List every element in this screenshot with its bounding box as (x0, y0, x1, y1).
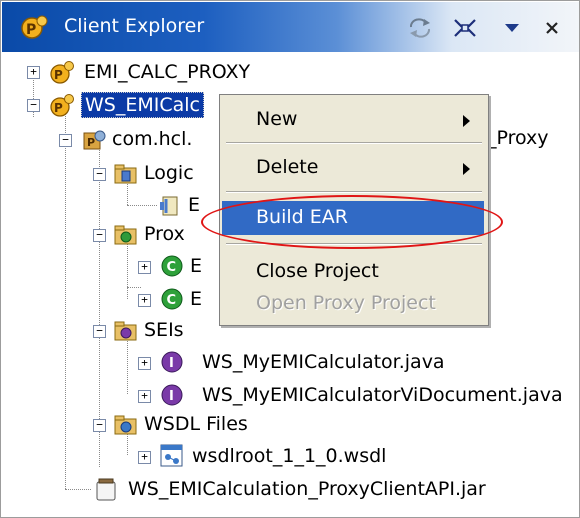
collapse-all-icon[interactable] (450, 14, 480, 42)
interface-icon: I (159, 382, 183, 406)
menu-item-delete[interactable]: Delete (222, 151, 484, 185)
tree-item-logical[interactable]: Logic (141, 158, 197, 188)
package-icon: P (81, 127, 106, 151)
menu-separator (226, 191, 482, 193)
expand-toggle[interactable]: + (138, 390, 151, 403)
class-icon: C (159, 286, 183, 310)
menu-item-new[interactable]: New (222, 103, 484, 137)
client-explorer-icon: P (20, 14, 48, 45)
collapse-toggle[interactable]: − (93, 168, 106, 181)
close-icon[interactable] (537, 14, 567, 42)
interface-icon: I (159, 349, 183, 373)
sync-icon[interactable] (405, 14, 435, 42)
tree-item-wsdl-files[interactable]: WSDL Files (141, 409, 251, 439)
tree-item-logical-child[interactable]: E (185, 190, 203, 220)
tree-item-sei-2[interactable]: WS_MyEMICalculatorViDocument.java (199, 380, 566, 410)
tree-item-proxy-folder[interactable]: Prox (141, 219, 188, 249)
collapse-toggle[interactable]: − (27, 99, 40, 112)
collapse-toggle[interactable]: − (93, 229, 106, 242)
tree-connector (65, 489, 91, 490)
jar-icon (93, 477, 117, 501)
tree-connector (127, 336, 128, 394)
svg-text:P: P (54, 68, 63, 82)
submenu-arrow-icon (463, 163, 470, 175)
menu-item-build-ear[interactable]: Build EAR (222, 201, 484, 235)
submenu-arrow-icon (463, 115, 470, 127)
menu-item-close-project[interactable]: Close Project (222, 255, 484, 289)
class-icon: C (159, 253, 183, 277)
context-menu: New Delete Build EAR Close Project Open … (219, 94, 489, 326)
svg-text:I: I (169, 356, 174, 371)
logical-folder-icon (113, 161, 137, 185)
svg-text:C: C (167, 260, 177, 275)
proxy-project-icon: P (49, 93, 74, 117)
wsdl-folder-icon (113, 412, 137, 436)
svg-text:P: P (54, 101, 63, 115)
tree-item-emi-calc-proxy[interactable]: EMI_CALC_PROXY (81, 57, 253, 87)
collapse-toggle[interactable]: − (93, 325, 106, 338)
svg-text:C: C (167, 293, 177, 308)
tree-item-seis[interactable]: SEIs (141, 315, 187, 345)
collapse-toggle[interactable]: − (59, 134, 72, 147)
tree-item-wsdl-file[interactable]: wsdlroot_1_1_0.wsdl (189, 441, 389, 471)
logical-item-icon (157, 193, 181, 217)
expand-toggle[interactable]: + (138, 294, 151, 307)
view-title-bar: P Client Explorer (2, 2, 579, 52)
tree-item-jar[interactable]: WS_EMICalculation_ProxyClientAPI.jar (125, 474, 489, 504)
tree-item-package[interactable]: com.hcl. (109, 124, 195, 154)
wsdl-file-icon (159, 443, 183, 467)
tree-item-class-2[interactable]: E (187, 284, 205, 314)
menu-separator (226, 243, 482, 245)
expand-toggle[interactable]: + (138, 357, 151, 370)
tree-connector (127, 241, 128, 299)
proxy-project-icon: P (49, 60, 74, 84)
tree-item-class-1[interactable]: E (187, 251, 205, 281)
expand-toggle[interactable]: + (138, 451, 151, 464)
tree-item-sei-1[interactable]: WS_MyEMICalculator.java (199, 347, 448, 377)
tree-connector (65, 105, 66, 489)
client-explorer-panel: P Client Explorer + P EMI_CALC_PROXY − P… (0, 0, 580, 518)
tree-connector (127, 205, 157, 206)
menu-separator (226, 142, 482, 144)
menu-item-open-proxy-project: Open Proxy Project (256, 292, 436, 314)
expand-toggle[interactable]: + (138, 261, 151, 274)
svg-text:P: P (87, 136, 95, 149)
view-title: Client Explorer (64, 15, 205, 37)
expand-toggle[interactable]: + (27, 66, 40, 79)
proxy-folder-icon (113, 222, 137, 246)
sei-folder-icon (113, 318, 137, 342)
view-menu-icon[interactable] (497, 14, 527, 42)
tree-item-ws-emicalc[interactable]: WS_EMICalc (81, 90, 204, 120)
tree-connector (127, 287, 141, 288)
svg-text:P: P (26, 22, 36, 38)
svg-text:I: I (169, 389, 174, 404)
partial-package-label: _Proxy (487, 127, 549, 149)
collapse-toggle[interactable]: − (93, 419, 106, 432)
